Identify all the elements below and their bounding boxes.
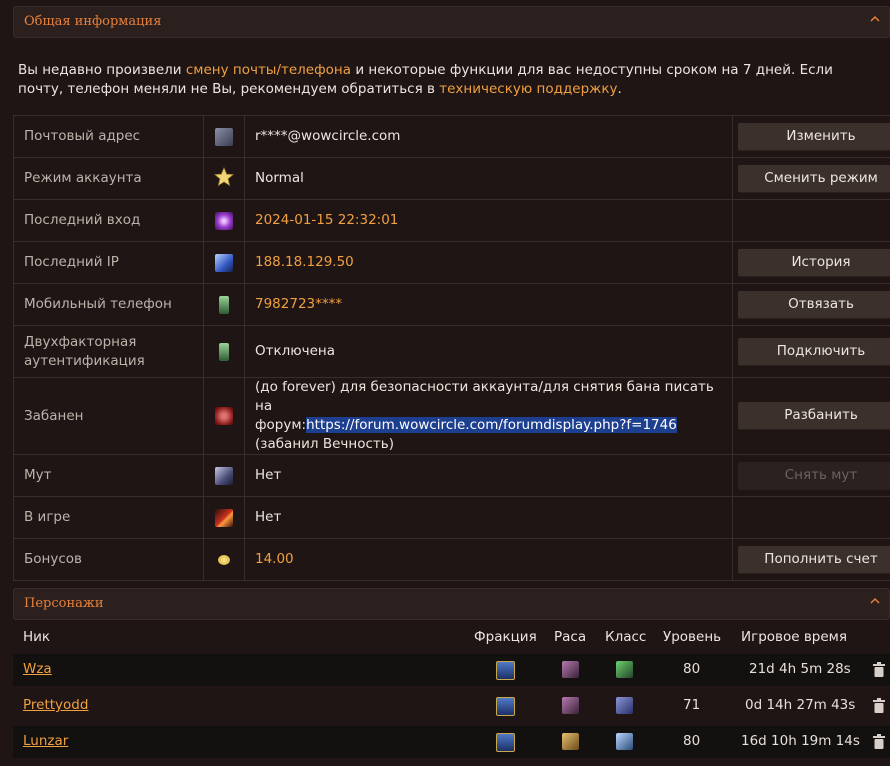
row-account-mode: Режим аккаунта Normal Сменить режим — [13, 157, 890, 200]
star-icon — [213, 166, 235, 186]
character-level: 80 — [683, 733, 701, 749]
col-name: Ник — [23, 629, 51, 645]
row-label: Забанен — [13, 377, 204, 455]
race-icon — [562, 733, 579, 750]
portal-icon — [215, 211, 233, 230]
row-email: Почтовый адрес r****@wowcircle.com Измен… — [13, 115, 890, 158]
character-playtime: 16d 10h 19m 14s — [741, 733, 860, 749]
row-mute: Мут Нет Снять мут — [13, 454, 890, 497]
notice-text: Вы недавно произвели смену почты/телефон… — [18, 61, 880, 99]
change-email-button[interactable]: Изменить — [738, 122, 890, 151]
trash-icon[interactable] — [873, 698, 885, 713]
row-label: Мут — [13, 454, 204, 497]
character-name-link[interactable]: Prettyodd — [23, 697, 88, 713]
ban-details: (до forever) для безопасности аккаунта/д… — [244, 377, 733, 455]
muted-eye-icon — [215, 466, 233, 485]
character-level: 71 — [683, 697, 701, 713]
remove-mute-button[interactable]: Снять мут — [738, 461, 890, 490]
chevron-up-icon[interactable] — [867, 593, 883, 609]
row-label: Почтовый адрес — [13, 115, 204, 158]
characters-title: Персонажи — [24, 596, 104, 611]
col-level: Уровень — [663, 629, 722, 645]
in-game-value: Нет — [244, 496, 733, 539]
enable-2fa-button[interactable]: Подключить — [738, 337, 890, 366]
ban-reason: (до forever) для безопасности аккаунта/д… — [255, 379, 714, 414]
col-faction: Фракция — [474, 629, 537, 645]
email-value: r****@wowcircle.com — [244, 115, 733, 158]
table-row: Wza 80 21d 4h 5m 28s — [13, 654, 890, 686]
row-label: Бонусов — [13, 538, 204, 581]
forum-link[interactable]: https://forum.wowcircle.com/forumdisplay… — [306, 417, 677, 433]
banned-by: (забанил Вечность) — [255, 436, 394, 452]
general-info-title: Общая информация — [24, 14, 162, 29]
class-icon — [616, 661, 633, 678]
fire-slash-icon — [215, 508, 233, 527]
history-button[interactable]: История — [738, 248, 890, 277]
notice-part: Вы недавно произвели — [18, 62, 186, 78]
bonus-value: 14.00 — [244, 538, 733, 581]
row-label: Двухфакторная аутентификация — [13, 325, 204, 378]
row-label-line: Двухфакторная — [24, 333, 137, 350]
change-mode-button[interactable]: Сменить режим — [738, 164, 890, 193]
character-playtime: 0d 14h 27m 43s — [745, 697, 856, 713]
alliance-icon — [496, 697, 515, 716]
support-link[interactable]: техническую поддержку — [439, 81, 617, 97]
row-label: Мобильный телефон — [13, 283, 204, 326]
character-playtime: 21d 4h 5m 28s — [749, 661, 851, 677]
network-icon — [215, 253, 233, 272]
banned-hand-icon — [215, 407, 233, 425]
mobile-phone-value: 7982723**** — [244, 283, 733, 326]
last-login-value: 2024-01-15 22:32:01 — [244, 199, 733, 242]
general-info-header[interactable]: Общая информация — [13, 6, 890, 38]
row-label: Последний IP — [13, 241, 204, 284]
chevron-up-icon[interactable] — [867, 11, 883, 27]
characters-table-header: Ник Фракция Раса Класс Уровень Игровое в… — [13, 624, 890, 652]
phone-icon — [219, 295, 229, 314]
phone-icon — [219, 342, 229, 361]
col-race: Раса — [554, 629, 587, 645]
alliance-icon — [496, 661, 515, 680]
trash-icon[interactable] — [873, 734, 885, 749]
col-playtime: Игровое время — [741, 629, 847, 645]
unban-button[interactable]: Разбанить — [738, 402, 890, 430]
last-ip-value: 188.18.129.50 — [244, 241, 733, 284]
class-icon — [616, 733, 633, 750]
trash-icon[interactable] — [873, 662, 885, 677]
character-level: 80 — [683, 661, 701, 677]
unbind-phone-button[interactable]: Отвязать — [738, 290, 890, 319]
row-banned: Забанен (до forever) для безопасности ак… — [13, 377, 890, 455]
race-icon — [562, 697, 579, 714]
account-mode-value: Normal — [244, 157, 733, 200]
row-label-line: аутентификация — [24, 352, 145, 369]
notice-part: . — [617, 81, 622, 97]
alliance-icon — [496, 733, 515, 752]
coins-icon — [218, 554, 230, 565]
row-in-game: В игре Нет — [13, 496, 890, 539]
row-bonus: Бонусов 14.00 Пополнить счет — [13, 538, 890, 581]
ban-forum-prefix: форум: — [255, 417, 307, 433]
table-row: Prettyodd 71 0d 14h 27m 43s — [13, 690, 890, 722]
row-mobile-phone: Мобильный телефон 7982723**** Отвязать — [13, 283, 890, 326]
race-icon — [562, 661, 579, 678]
top-up-button[interactable]: Пополнить счет — [738, 545, 890, 574]
row-last-login: Последний вход 2024-01-15 22:32:01 — [13, 199, 890, 242]
row-label: Режим аккаунта — [13, 157, 204, 200]
account-info-table: Почтовый адрес r****@wowcircle.com Измен… — [13, 115, 890, 581]
row-last-ip: Последний IP 188.18.129.50 История — [13, 241, 890, 284]
mail-crest-icon — [215, 127, 233, 146]
character-name-link[interactable]: Lunzar — [23, 733, 68, 749]
row-label: Последний вход — [13, 199, 204, 242]
character-name-link[interactable]: Wza — [23, 661, 52, 677]
change-email-phone-link[interactable]: смену почты/телефона — [186, 62, 351, 78]
2fa-value: Отключена — [244, 325, 733, 378]
row-2fa: Двухфакторная аутентификация Отключена По… — [13, 325, 890, 378]
table-row: Lunzar 80 16d 10h 19m 14s — [13, 726, 890, 758]
class-icon — [616, 697, 633, 714]
characters-header[interactable]: Персонажи — [13, 588, 890, 620]
col-class: Класс — [605, 629, 647, 645]
mute-value: Нет — [244, 454, 733, 497]
row-label: В игре — [13, 496, 204, 539]
